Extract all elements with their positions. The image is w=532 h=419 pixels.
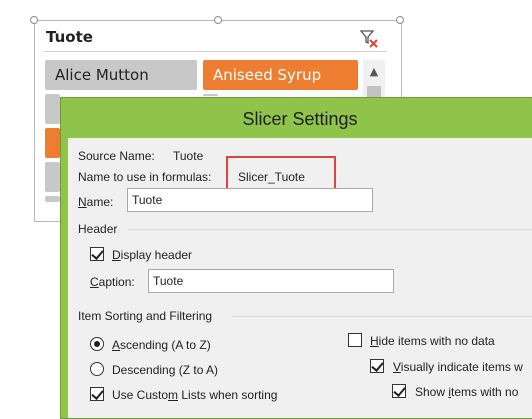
slicer-title: Tuote	[46, 28, 93, 46]
ascending-radio[interactable]	[90, 337, 104, 351]
slicer-item-aniseed-syrup[interactable]: Aniseed Syrup	[203, 60, 358, 90]
slicer-item-alice-mutton[interactable]: Alice Mutton	[45, 60, 197, 90]
slicer-header-divider	[44, 51, 386, 52]
display-header-checkbox[interactable]	[90, 247, 104, 261]
header-group-label: Header	[78, 222, 118, 236]
custom-lists-label: Use Custom Lists when sorting	[112, 388, 278, 402]
sorting-group-divider	[232, 316, 532, 317]
slicer-item-label: Aniseed Syrup	[213, 66, 322, 84]
ascending-label: Ascending (A to Z)	[112, 338, 211, 352]
hide-items-checkbox[interactable]	[348, 333, 362, 347]
scroll-up-arrow-icon[interactable]: ▲	[363, 62, 385, 82]
clear-filter-icon[interactable]	[358, 28, 380, 50]
caption-field[interactable]	[148, 269, 394, 293]
show-items-label: Show items with no	[415, 385, 519, 399]
sorting-group-label: Item Sorting and Filtering	[78, 309, 213, 323]
slicer-header: Tuote	[46, 28, 386, 52]
slicer-item-partial[interactable]	[45, 196, 60, 202]
show-items-checkbox[interactable]	[392, 384, 406, 398]
resize-handle-top-left[interactable]	[30, 16, 38, 24]
header-group-divider	[128, 229, 532, 230]
caption-label: Caption:	[90, 275, 135, 289]
slicer-item-partial[interactable]	[45, 128, 60, 158]
source-name-label: Source Name:	[78, 149, 155, 163]
source-name-value: Tuote	[173, 149, 204, 163]
slicer-item-partial[interactable]	[45, 162, 60, 192]
custom-lists-checkbox[interactable]	[90, 387, 104, 401]
slicer-item-label: Alice Mutton	[55, 66, 149, 84]
resize-handle-top-right[interactable]	[396, 16, 404, 24]
dialog-title: Slicer Settings	[242, 109, 358, 129]
visually-indicate-label: Visually indicate items w	[393, 360, 523, 374]
visually-indicate-checkbox[interactable]	[370, 359, 384, 373]
descending-radio[interactable]	[90, 362, 104, 376]
display-header-label: Display header	[112, 248, 193, 262]
formula-name-label: Name to use in formulas:	[78, 170, 212, 184]
name-label-rest: ame:	[86, 195, 114, 209]
slicer-item-partial[interactable]	[45, 94, 60, 124]
name-label: Name:	[78, 195, 114, 209]
slicer-item-partial[interactable]	[203, 94, 218, 96]
hide-items-label: Hide items with no data	[370, 334, 495, 348]
name-field[interactable]	[127, 188, 373, 212]
descending-label: Descending (Z to A)	[112, 363, 219, 377]
resize-handle-top-center[interactable]	[214, 16, 222, 24]
